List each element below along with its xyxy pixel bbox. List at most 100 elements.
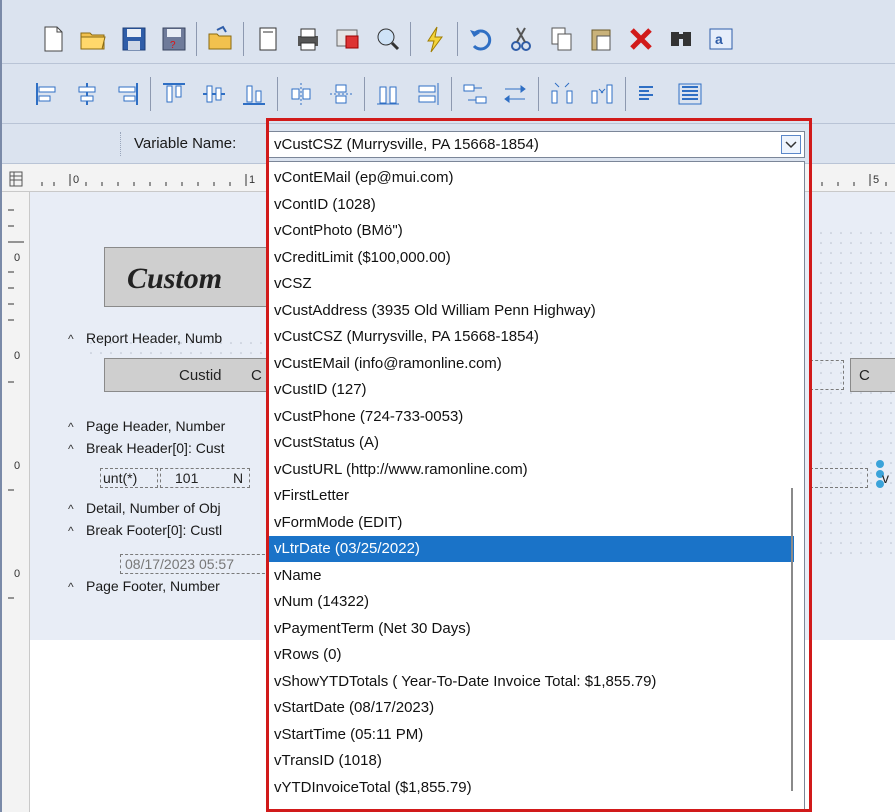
bring-forward-button[interactable] xyxy=(632,77,666,111)
column-header-box[interactable]: Custid C xyxy=(104,358,274,392)
band-caret-2[interactable]: ^ xyxy=(68,420,74,434)
band-detail[interactable]: Detail, Number of Obj xyxy=(86,500,221,516)
space-evenly-button[interactable] xyxy=(498,77,532,111)
report-title-box[interactable]: Custom xyxy=(104,247,274,307)
increase-spacing-button[interactable] xyxy=(545,77,579,111)
toolbar-separator xyxy=(243,22,244,56)
ruler-mark-0: 0 xyxy=(73,174,80,186)
toolbar-separator xyxy=(196,22,197,56)
toolbar-separator xyxy=(538,77,539,111)
new-document-button[interactable] xyxy=(36,22,70,56)
toolbar-separator xyxy=(625,77,626,111)
band-page-header[interactable]: Page Header, Number xyxy=(86,418,225,434)
print-preview-icon xyxy=(336,29,359,49)
delete-button[interactable] xyxy=(624,22,658,56)
save-as-icon: ? xyxy=(162,27,186,51)
align-right-button[interactable] xyxy=(110,77,144,111)
right-header-box[interactable] xyxy=(810,360,844,390)
find-icon xyxy=(671,32,691,46)
band-page-footer[interactable]: Page Footer, Number xyxy=(86,578,220,594)
open-folder-button[interactable] xyxy=(76,22,110,56)
send-backward-icon xyxy=(678,83,702,105)
zoom-icon xyxy=(377,28,400,51)
band-caret-5[interactable]: ^ xyxy=(68,524,74,538)
cut-button[interactable] xyxy=(504,22,538,56)
band-caret-6[interactable]: ^ xyxy=(68,580,74,594)
find-replace-icon: a xyxy=(709,28,733,50)
space-horizontal-icon xyxy=(463,84,487,104)
svg-text:a: a xyxy=(715,31,723,47)
print-icon xyxy=(298,28,318,51)
vertical-ruler: 0 0 0 0 xyxy=(2,192,30,812)
send-backward-button[interactable] xyxy=(672,77,706,111)
footer-date-field[interactable]: 08/17/2023 05:57 xyxy=(120,554,270,574)
same-width-icon xyxy=(418,83,439,105)
right-detail-field[interactable] xyxy=(810,468,868,488)
custid-header-suffix: C xyxy=(251,367,262,384)
toolbar-separator xyxy=(150,77,151,111)
find-replace-button[interactable]: a xyxy=(704,22,738,56)
align-center-button[interactable] xyxy=(70,77,104,111)
save-as-button[interactable]: ? xyxy=(156,22,190,56)
report-title: Custom xyxy=(127,262,223,295)
align-right-icon xyxy=(118,83,138,105)
save-button[interactable] xyxy=(116,22,150,56)
count-field[interactable]: unt(*) xyxy=(100,468,158,488)
band-caret-1[interactable]: ^ xyxy=(68,332,74,346)
same-height-icon xyxy=(377,86,399,105)
count-expression: unt(*) xyxy=(103,470,138,486)
right-header-label: C xyxy=(859,367,870,384)
decrease-spacing-icon xyxy=(591,84,613,104)
align-left-icon xyxy=(36,83,56,105)
band-break-footer[interactable]: Break Footer[0]: Custl xyxy=(86,522,222,538)
grid-toggle-icon xyxy=(9,171,23,187)
svg-text:?: ? xyxy=(170,40,176,51)
toolbar-separator xyxy=(277,77,278,111)
page-icon xyxy=(259,27,277,51)
ruler-mark-1: 1 xyxy=(249,174,256,186)
new-document-icon xyxy=(44,26,63,52)
align-top-icon xyxy=(163,83,185,103)
band-caret-4[interactable]: ^ xyxy=(68,502,74,516)
band-break-header[interactable]: Break Header[0]: Cust xyxy=(86,440,225,456)
ruler-zero-1: 0 xyxy=(14,252,21,264)
decrease-spacing-button[interactable] xyxy=(585,77,619,111)
ruler-zero-2: 0 xyxy=(14,350,21,362)
space-horizontal-button[interactable] xyxy=(458,77,492,111)
toolbar-grip[interactable] xyxy=(120,132,123,156)
open-button[interactable] xyxy=(203,22,237,56)
center-horizontal-button[interactable] xyxy=(284,77,318,111)
page-button[interactable] xyxy=(250,22,284,56)
bring-forward-icon xyxy=(639,86,653,100)
count-value-field[interactable]: 101 N xyxy=(160,468,250,488)
print-button[interactable] xyxy=(290,22,324,56)
right-header-label-box[interactable]: C xyxy=(850,358,895,392)
zoom-button[interactable] xyxy=(370,22,404,56)
custid-header: Custid xyxy=(179,367,222,384)
variable-name-label: Variable Name: xyxy=(134,135,237,152)
count-suffix: N xyxy=(233,470,244,486)
print-preview-button[interactable] xyxy=(330,22,364,56)
count-value: 101 xyxy=(175,470,199,486)
paste-button[interactable] xyxy=(584,22,618,56)
band-caret-3[interactable]: ^ xyxy=(68,442,74,456)
increase-spacing-icon xyxy=(551,82,573,104)
align-top-button[interactable] xyxy=(157,77,191,111)
save-icon xyxy=(122,27,146,51)
align-middle-icon xyxy=(203,85,225,103)
main-toolbar: ? a xyxy=(2,0,895,64)
highlight-frame xyxy=(266,118,812,812)
center-vertical-button[interactable] xyxy=(324,77,358,111)
same-width-button[interactable] xyxy=(411,77,445,111)
find-button[interactable] xyxy=(664,22,698,56)
align-left-button[interactable] xyxy=(30,77,64,111)
same-height-button[interactable] xyxy=(371,77,405,111)
footer-date: 08/17/2023 05:57 xyxy=(125,556,234,572)
lightning-button[interactable] xyxy=(417,22,451,56)
lightning-icon xyxy=(427,26,443,53)
band-report-header[interactable]: Report Header, Numb xyxy=(86,330,222,346)
align-middle-button[interactable] xyxy=(197,77,231,111)
copy-button[interactable] xyxy=(544,22,578,56)
undo-button[interactable] xyxy=(464,22,498,56)
align-bottom-button[interactable] xyxy=(237,77,271,111)
